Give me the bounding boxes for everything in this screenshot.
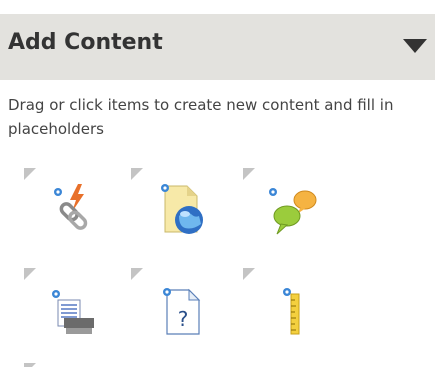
corner-marker-icon xyxy=(24,268,36,280)
triangle-down-icon[interactable] xyxy=(401,36,429,56)
ruler-icon xyxy=(283,288,300,335)
corner-marker-icon xyxy=(243,168,255,180)
partial-tile[interactable] xyxy=(18,357,118,367)
corner-marker-icon xyxy=(24,363,36,367)
panel-title: Add Content xyxy=(8,30,163,55)
discussion-tile[interactable] xyxy=(237,162,337,252)
ruler-tile[interactable] xyxy=(237,262,337,352)
panel-description: Drag or click items to create new conten… xyxy=(8,96,394,138)
add-content-panel: Add Content Drag or click items to creat… xyxy=(0,0,435,367)
globe-document-icon xyxy=(161,184,203,234)
corner-marker-icon xyxy=(243,268,255,280)
panel-header[interactable]: Add Content xyxy=(0,14,435,80)
printer-tile[interactable] xyxy=(18,262,118,352)
corner-marker-icon xyxy=(131,268,143,280)
corner-marker-icon xyxy=(24,168,36,180)
corner-marker-icon xyxy=(131,168,143,180)
speech-bubbles-icon xyxy=(269,188,317,235)
web-page-tile[interactable] xyxy=(125,162,225,252)
link-tile[interactable] xyxy=(18,162,118,252)
question-document-icon: ? xyxy=(163,288,201,335)
chain-link-lightning-icon xyxy=(54,184,88,230)
svg-text:?: ? xyxy=(178,307,189,331)
question-tile[interactable]: ? xyxy=(125,262,225,352)
printer-document-icon xyxy=(52,290,94,334)
